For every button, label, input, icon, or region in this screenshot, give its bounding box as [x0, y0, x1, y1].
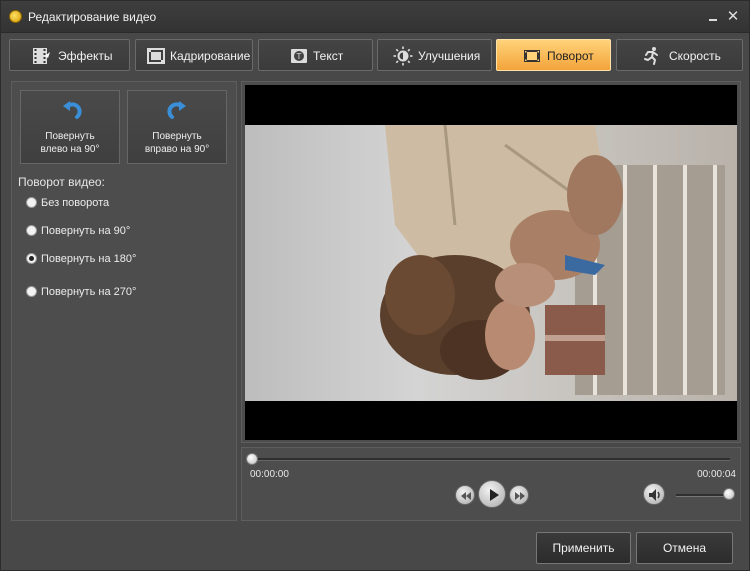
- tab-bar: Эффекты Кадрирование T Текст Улучшения П…: [9, 35, 743, 75]
- skip-back-icon: [461, 492, 471, 500]
- speaker-icon: [649, 489, 660, 501]
- rotate-right-button[interactable]: Повернуть вправо на 90°: [127, 90, 227, 164]
- rotate-left-label-line2: влево на 90°: [40, 144, 100, 155]
- tab-effects-label: Эффекты: [58, 49, 113, 63]
- video-preview-frame: [241, 81, 741, 443]
- rotate-right-label: Повернуть вправо на 90°: [128, 130, 226, 156]
- radio-rotate-270[interactable]: Повернуть на 270°: [26, 286, 136, 298]
- skip-back-button[interactable]: [455, 485, 475, 505]
- tab-enhancements[interactable]: Улучшения: [377, 39, 492, 71]
- radio-button[interactable]: [26, 197, 37, 208]
- volume-thumb[interactable]: [723, 488, 735, 500]
- tab-rotation-label: Поворот: [547, 49, 594, 63]
- volume-button[interactable]: [643, 483, 665, 505]
- video-preview: [245, 85, 737, 440]
- close-button[interactable]: ✕: [725, 9, 741, 25]
- video-editor-window: Редактирование видео ✕ Эффекты Кадрирова…: [0, 0, 750, 571]
- tab-rotation[interactable]: Поворот: [496, 39, 611, 71]
- play-button[interactable]: [478, 480, 506, 508]
- video-frame-image: [245, 125, 737, 401]
- rotate-right-icon: [167, 101, 186, 119]
- cancel-button[interactable]: Отмена: [636, 532, 733, 564]
- sun-brightness-icon: [393, 46, 413, 66]
- crop-film-icon: [147, 48, 165, 64]
- tab-text[interactable]: T Текст: [258, 39, 373, 71]
- radio-button[interactable]: [26, 286, 37, 297]
- rotate-left-label: Повернуть влево на 90°: [21, 130, 119, 156]
- radio-rotate-180[interactable]: Повернуть на 180°: [26, 253, 136, 265]
- seek-thumb[interactable]: [246, 453, 258, 465]
- tab-crop-label: Кадрирование: [170, 49, 251, 63]
- rotate-film-icon: [524, 50, 540, 62]
- rotate-right-label-line2: вправо на 90°: [144, 144, 210, 155]
- rotate-right-label-line1: Повернуть: [152, 131, 202, 142]
- apply-button[interactable]: Применить: [536, 532, 631, 564]
- rotate-left-button[interactable]: Повернуть влево на 90°: [20, 90, 120, 164]
- skip-forward-button[interactable]: [509, 485, 529, 505]
- radio-button[interactable]: [26, 225, 37, 236]
- tab-effects[interactable]: Эффекты: [9, 39, 130, 71]
- title-bar: Редактирование видео ✕: [1, 1, 749, 33]
- rotation-panel: Повернуть влево на 90° Повернуть вправо …: [11, 81, 237, 521]
- radio-rotate-180-label: Повернуть на 180°: [41, 253, 137, 265]
- radio-button-selected[interactable]: [26, 253, 37, 264]
- rotation-section-label: Поворот видео:: [18, 175, 105, 189]
- app-logo-icon: [9, 10, 22, 23]
- svg-text:T: T: [296, 52, 302, 61]
- tab-crop[interactable]: Кадрирование: [135, 39, 253, 71]
- minimize-button[interactable]: [705, 9, 721, 25]
- rotate-left-label-line1: Повернуть: [45, 131, 95, 142]
- skip-forward-icon: [515, 492, 525, 500]
- play-icon: [490, 489, 499, 501]
- current-time: 00:00:00: [250, 469, 289, 480]
- seek-bar[interactable]: [252, 458, 730, 461]
- film-effects-icon: [33, 48, 50, 64]
- tab-text-label: Текст: [313, 49, 344, 63]
- radio-rotate-90[interactable]: Повернуть на 90°: [26, 225, 130, 237]
- radio-no-rotation[interactable]: Без поворота: [26, 197, 109, 209]
- tab-enhancements-label: Улучшения: [418, 49, 481, 63]
- total-time: 00:00:04: [697, 469, 736, 480]
- tab-speed[interactable]: Скорость: [616, 39, 743, 71]
- radio-rotate-90-label: Повернуть на 90°: [41, 225, 131, 237]
- window-title: Редактирование видео: [28, 10, 157, 24]
- running-man-icon: [644, 47, 658, 65]
- rotate-left-icon: [63, 101, 82, 119]
- radio-no-rotation-label: Без поворота: [41, 197, 110, 209]
- radio-rotate-270-label: Повернуть на 270°: [41, 286, 137, 298]
- player-controls: 00:00:00 00:00:04: [241, 447, 741, 521]
- text-icon: T: [291, 49, 307, 63]
- tab-speed-label: Скорость: [669, 49, 721, 63]
